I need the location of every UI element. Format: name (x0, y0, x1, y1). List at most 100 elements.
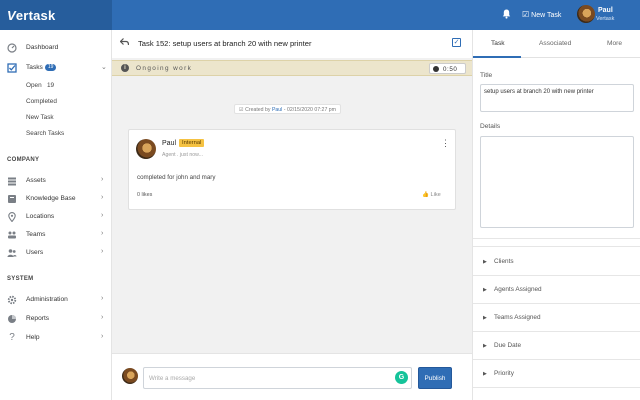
more-vertical-icon[interactable]: ⋮ (441, 139, 450, 148)
avatar[interactable] (577, 5, 595, 23)
like-label: Like (430, 192, 441, 198)
checkbox-icon (7, 63, 17, 73)
sidebar-item-tasks[interactable]: Tasks 19 ⌄ (0, 60, 112, 76)
new-task-button[interactable]: ☑ New Task (522, 10, 561, 19)
accordion-teams-assigned[interactable]: ▶ Teams Assigned (473, 304, 640, 332)
tasks-label: Tasks (26, 64, 43, 71)
publish-button[interactable]: Publish (418, 367, 452, 389)
created-by-link[interactable]: Paul (272, 107, 282, 113)
chevron-right-icon: › (101, 295, 104, 302)
sidebar-item-label: Users (26, 249, 44, 256)
timer[interactable]: 0:50 (429, 63, 466, 74)
like-count: 0 likes (137, 192, 153, 198)
accordion-label: Clients (494, 258, 514, 265)
sidebar-subitem-search-tasks[interactable]: Search Tasks (26, 130, 64, 137)
caret-right-icon: ▶ (483, 315, 487, 321)
chevron-right-icon: › (101, 230, 104, 237)
comment-meta: Agent . just now... (162, 152, 203, 158)
message-composer: G Publish (112, 353, 472, 400)
tab-more[interactable]: More (607, 40, 622, 47)
checkbox-icon: ☑ (522, 10, 530, 19)
open-count: 19 (46, 82, 55, 89)
tasks-count-badge: 19 (44, 64, 57, 71)
sidebar-subitem-open[interactable]: Open 19 (26, 82, 54, 89)
brand-logo-v: V (7, 8, 16, 23)
accordion-clients[interactable]: ▶ Clients (473, 248, 640, 276)
like-button[interactable]: 👍 Like (422, 192, 441, 198)
assets-icon (7, 176, 17, 186)
top-bar: Vertask ☑ New Task Paul Vertask (0, 0, 640, 30)
sidebar-item-administration[interactable]: Administration › (0, 292, 112, 308)
status-text: Ongoing work (136, 64, 193, 72)
panel-tabs: Task Associated More (473, 30, 640, 58)
sidebar-subitem-new-task[interactable]: New Task (26, 114, 54, 121)
chevron-right-icon: › (101, 176, 104, 183)
details-label: Details (480, 123, 501, 130)
accordion-agents-assigned[interactable]: ▶ Agents Assigned (473, 276, 640, 304)
info-icon: i (121, 64, 129, 72)
brand-logo[interactable]: Vertask (0, 0, 112, 30)
users-icon (7, 248, 17, 258)
bell-icon[interactable] (502, 9, 512, 19)
tab-task[interactable]: Task (491, 40, 505, 47)
chevron-right-icon: › (101, 314, 104, 321)
user-name[interactable]: Paul (598, 7, 613, 14)
chevron-down-icon[interactable]: ⌄ (101, 63, 107, 71)
created-date: - 02/15/2020 07:27 pm (282, 106, 336, 113)
accordion-label: Due Date (494, 342, 521, 349)
sidebar-subitem-completed[interactable]: Completed (26, 98, 57, 105)
sidebar-item-reports[interactable]: Reports › (0, 311, 112, 327)
message-input[interactable] (143, 367, 412, 389)
chevron-right-icon: › (101, 194, 104, 201)
status-bar: i Ongoing work 0:50 (112, 60, 472, 76)
sidebar-item-help[interactable]: ? Help › (0, 330, 112, 346)
active-tab-indicator (473, 56, 521, 58)
reply-back-icon[interactable] (119, 38, 130, 48)
sidebar-item-locations[interactable]: Locations › (0, 209, 112, 225)
divider (473, 238, 640, 239)
sidebar-item-teams[interactable]: Teams › (0, 227, 112, 243)
thumbs-up-icon: 👍 (422, 192, 429, 198)
sidebar-item-label: Reports (26, 315, 50, 322)
caret-right-icon: ▶ (483, 343, 487, 349)
comment-body: completed for john and mary (137, 174, 216, 181)
calendar-icon: ☑ (239, 106, 244, 113)
accordion-due-date[interactable]: ▶ Due Date (473, 332, 640, 360)
internal-badge: Internal (179, 139, 205, 147)
sidebar-item-label: Locations (26, 213, 55, 220)
sidebar-item-label: Tasks 19 (26, 64, 57, 71)
accordion-label: Agents Assigned (494, 286, 542, 293)
accordion-label: Priority (494, 370, 514, 377)
sidebar: Dashboard Tasks 19 ⌄ Open 19 Completed Ne… (0, 30, 112, 400)
pie-chart-icon (7, 314, 17, 324)
grammarly-icon[interactable]: G (395, 371, 408, 384)
section-system: SYSTEM (7, 276, 34, 282)
accordion-priority[interactable]: ▶ Priority (473, 360, 640, 388)
divider (473, 246, 640, 247)
caret-right-icon: ▶ (483, 259, 487, 265)
sidebar-item-label: Teams (26, 231, 46, 238)
teams-icon (7, 230, 17, 240)
caret-right-icon: ▶ (483, 287, 487, 293)
tab-associated[interactable]: Associated (539, 40, 571, 47)
sidebar-item-label: Knowledge Base (26, 195, 76, 202)
sidebar-item-assets[interactable]: Assets › (0, 173, 112, 189)
question-icon: ? (9, 332, 15, 343)
chevron-right-icon: › (101, 248, 104, 255)
comment-author[interactable]: Paul (162, 140, 176, 147)
created-prefix: Created by (245, 106, 272, 113)
clock-icon (433, 65, 439, 72)
sidebar-item-dashboard[interactable]: Dashboard (0, 40, 112, 56)
timer-value: 0:50 (443, 65, 458, 73)
sidebar-item-users[interactable]: Users › (0, 245, 112, 261)
details-field[interactable] (480, 136, 634, 228)
sidebar-item-knowledge-base[interactable]: Knowledge Base › (0, 191, 112, 207)
title-label: Title (480, 72, 493, 79)
task-conversation: Task 152: setup users at branch 20 with … (112, 30, 472, 400)
avatar[interactable] (136, 139, 156, 159)
dashboard-icon (7, 43, 17, 53)
chevron-right-icon: › (101, 212, 104, 219)
accordion-label: Teams Assigned (494, 314, 541, 321)
title-field[interactable]: setup users at branch 20 with new printe… (480, 84, 634, 112)
complete-task-checkbox[interactable]: ✓ (452, 38, 461, 47)
